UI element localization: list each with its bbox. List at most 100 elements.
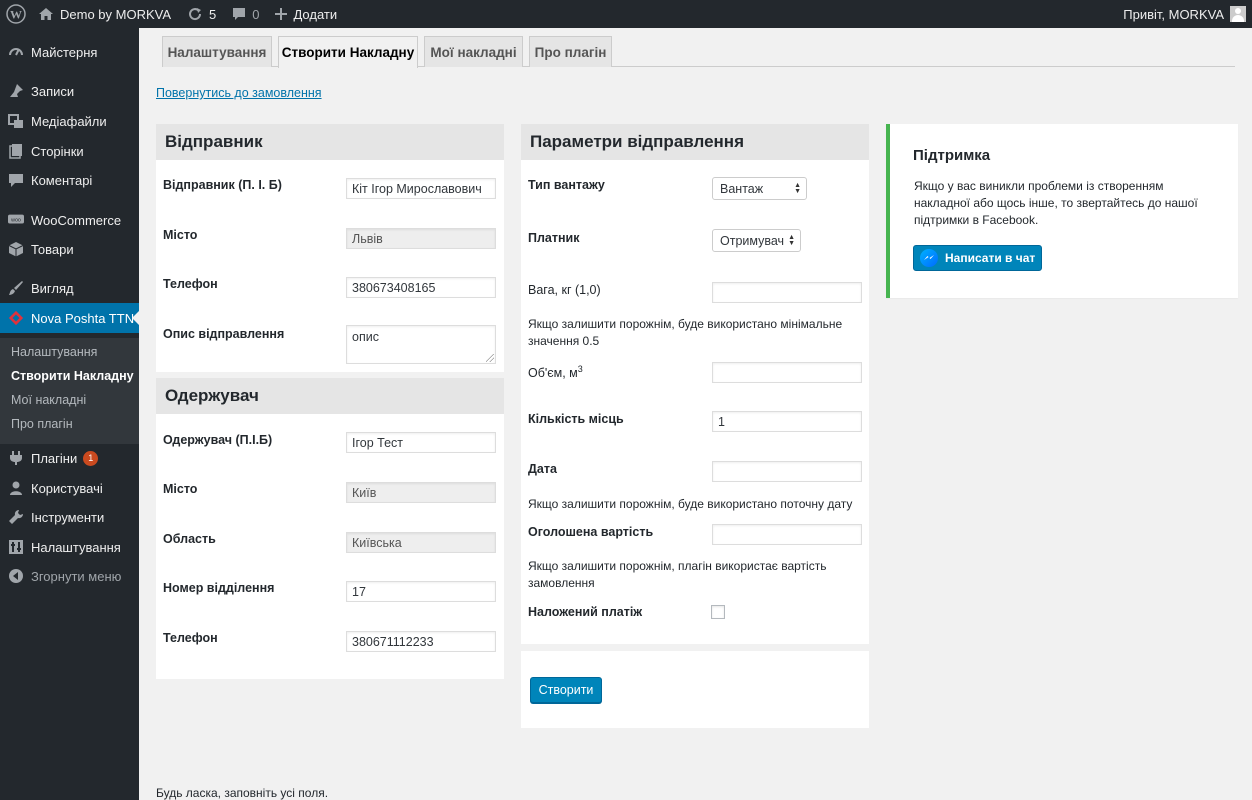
cod-label: Наложений платіж <box>528 605 643 619</box>
menu-item-media[interactable]: Медіафайли <box>0 106 139 136</box>
menu-item-users[interactable]: Користувачі <box>0 473 139 503</box>
menu-label: Nova Poshta TTN <box>31 310 135 326</box>
tab-my-waybills[interactable]: Мої накладні <box>424 36 523 67</box>
shipment-title: Параметри відправлення <box>521 124 869 160</box>
avatar <box>1230 6 1246 22</box>
support-text: Якщо у вас виникли проблеми із створення… <box>914 179 1198 227</box>
wrench-icon <box>8 509 24 525</box>
settings-icon <box>8 539 24 555</box>
weight-input[interactable] <box>712 282 862 303</box>
submenu-item-about[interactable]: Про плагін <box>11 417 73 431</box>
menu-label: Інструменти <box>31 509 105 525</box>
back-to-order-link[interactable]: Повернутись до замовлення <box>156 86 322 100</box>
user-icon <box>8 480 24 496</box>
menu-item-plugins[interactable]: Плагіни 1 <box>0 443 139 473</box>
menu-label: Товари <box>31 241 74 257</box>
collapse-menu-button[interactable]: Згорнути меню <box>0 561 139 591</box>
branch-number-label: Номер відділення <box>163 581 275 595</box>
wordpress-logo-icon[interactable]: W <box>2 0 30 28</box>
volume-unit-superscript: 3 <box>577 364 583 374</box>
description-textarea[interactable]: опис <box>346 325 496 364</box>
recipient-city-input: Київ <box>346 482 496 503</box>
site-name-link[interactable]: Demo by MORKVA <box>30 0 179 28</box>
recipient-name-label: Одержувач (П.І.Б) <box>163 433 273 447</box>
collapse-icon <box>8 568 24 584</box>
date-input[interactable] <box>712 461 862 482</box>
cod-checkbox[interactable] <box>711 605 725 619</box>
payer-label: Платник <box>528 231 580 245</box>
menu-item-comments[interactable]: Коментарі <box>0 165 139 195</box>
menu-item-products[interactable]: Товари <box>0 234 139 264</box>
weight-label: Вага, кг (1,0) <box>528 283 601 297</box>
greeting: Привіт, MORKVA <box>1123 6 1224 22</box>
sender-panel: Відправник Відправник (П. І. Б) Кіт Ігор… <box>156 124 504 372</box>
menu-item-appearance[interactable]: Вигляд <box>0 273 139 303</box>
branch-number-input[interactable]: 17 <box>346 581 496 602</box>
box-icon <box>8 241 24 257</box>
recipient-name-input[interactable]: Ігор Тест <box>346 432 496 453</box>
nova-poshta-icon <box>8 310 24 326</box>
menu-item-nova-poshta[interactable]: Nova Poshta TTN <box>0 303 139 333</box>
footer-note: Будь ласка, заповніть усі поля. <box>156 786 329 800</box>
menu-item-tools[interactable]: Інструменти <box>0 502 139 532</box>
menu-label: WooCommerce <box>31 212 122 228</box>
account-menu[interactable]: Привіт, MORKVA <box>1115 0 1252 28</box>
tab-settings[interactable]: Налаштування <box>162 36 272 67</box>
updates-link[interactable]: 5 <box>179 0 224 28</box>
nova-poshta-submenu: Налаштування Створити Накладну Мої накла… <box>0 338 139 444</box>
menu-label: Записи <box>31 83 75 99</box>
menu-label: Майстерня <box>31 44 98 60</box>
recipient-panel: Одержувач Одержувач (П.І.Б) Ігор Тест Мі… <box>156 378 504 679</box>
sender-title: Відправник <box>156 124 504 160</box>
menu-item-dashboard[interactable]: Майстерня <box>0 37 139 67</box>
brush-icon <box>8 280 24 296</box>
media-icon <box>8 113 24 129</box>
add-new-link[interactable]: Додати <box>267 0 345 28</box>
sender-phone-input[interactable]: 380673408165 <box>346 277 496 298</box>
region-input: Київська <box>346 532 496 553</box>
recipient-phone-input[interactable]: 380671112233 <box>346 631 496 652</box>
volume-label: Об'єм, м3 <box>528 364 583 380</box>
menu-label: Плагіни <box>31 450 78 466</box>
chat-button-label: Написати в чат <box>945 251 1036 265</box>
menu-item-woocommerce[interactable]: woo WooCommerce <box>0 205 139 235</box>
payer-select[interactable]: Отримувач ▲ ▼ <box>712 229 801 252</box>
date-hint: Якщо залишити порожнім, буде використано… <box>528 497 853 511</box>
cargo-type-select[interactable]: Вантаж ▲ ▼ <box>712 177 807 200</box>
select-arrows-icon: ▲ ▼ <box>788 234 795 247</box>
volume-label-text: Об'єм, м <box>528 366 578 381</box>
menu-label: Вигляд <box>31 280 74 296</box>
submenu-item-my-waybills[interactable]: Мої накладні <box>11 393 86 407</box>
menu-item-pages[interactable]: Сторінки <box>0 136 139 166</box>
description-label: Опис відправлення <box>163 327 285 341</box>
volume-input[interactable] <box>712 362 862 383</box>
recipient-title: Одержувач <box>156 378 504 414</box>
region-label: Область <box>163 532 216 546</box>
plugins-update-badge: 1 <box>83 450 99 466</box>
menu-label: Згорнути меню <box>31 568 122 584</box>
comments-link[interactable]: 0 <box>224 0 267 28</box>
admin-bar: W Demo by MORKVA 5 0 Додати Привіт, MORK… <box>0 0 1252 28</box>
menu-item-posts[interactable]: Записи <box>0 76 139 106</box>
home-icon <box>38 7 54 21</box>
updates-count: 5 <box>209 6 217 22</box>
sender-city-input: Львів <box>346 228 496 249</box>
tab-about[interactable]: Про плагін <box>529 36 612 67</box>
sender-phone-label: Телефон <box>163 277 218 291</box>
declared-value-input[interactable] <box>712 524 862 545</box>
messenger-chat-button[interactable]: Написати в чат <box>913 245 1042 271</box>
comment-icon <box>8 172 24 188</box>
recipient-phone-label: Телефон <box>163 631 218 645</box>
resize-handle-icon[interactable] <box>486 354 494 362</box>
sender-name-label: Відправник (П. І. Б) <box>163 178 282 192</box>
create-button[interactable]: Створити <box>530 677 602 703</box>
submenu-item-settings[interactable]: Налаштування <box>11 345 97 359</box>
shipment-panel: Параметри відправлення Тип вантажу Ванта… <box>521 124 869 644</box>
menu-item-settings[interactable]: Налаштування <box>0 532 139 562</box>
sender-name-input[interactable]: Кіт Ігор Мирославович <box>346 178 496 199</box>
submenu-item-create[interactable]: Створити Накладну <box>11 369 134 383</box>
svg-text:woo: woo <box>11 217 21 223</box>
tab-create-waybill[interactable]: Створити Накладну <box>278 36 418 68</box>
places-input[interactable]: 1 <box>712 411 862 432</box>
dashboard-icon <box>8 44 24 60</box>
